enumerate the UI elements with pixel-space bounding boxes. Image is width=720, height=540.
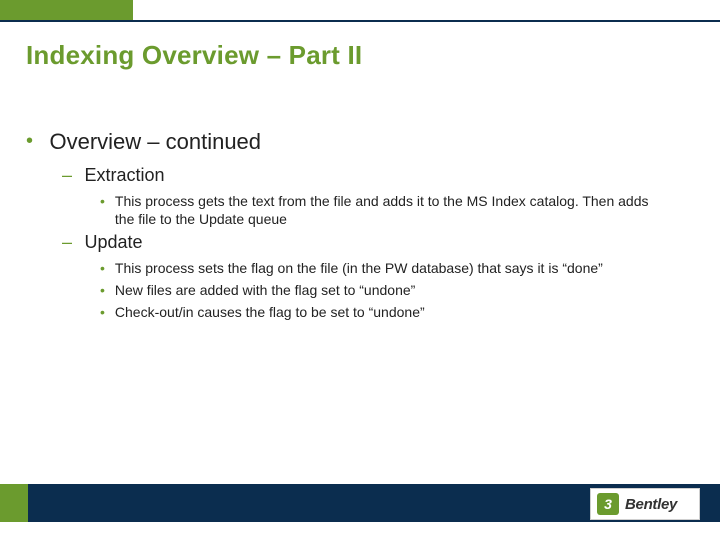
update-item-2-text: Check-out/in causes the flag to be set t… (115, 303, 425, 321)
bullet-level3-extraction: • This process gets the text from the fi… (62, 192, 686, 228)
bullet-dot-icon: • (100, 192, 105, 210)
bullet-overview: Overview – continued – Extraction • This… (26, 129, 686, 321)
update-item-0-text: This process sets the flag on the file (… (115, 259, 603, 277)
sub-extraction-heading: Extraction (84, 165, 164, 185)
slide-content: Indexing Overview – Part II Overview – c… (26, 40, 686, 470)
update-item-1: • New files are added with the flag set … (100, 281, 686, 299)
bullet-dot-icon: • (100, 259, 105, 277)
brand-logo: 3 Bentley (590, 488, 700, 520)
bullet-overview-text: Overview – continued (49, 129, 261, 154)
bullet-level3-update: • This process sets the flag on the file… (62, 259, 686, 321)
brand-mark-icon: 3 (597, 493, 619, 515)
bullet-level2: – Extraction • This process gets the tex… (26, 165, 686, 321)
top-divider (0, 20, 720, 22)
extraction-item-0-text: This process gets the text from the file… (115, 192, 655, 228)
accent-tab (0, 0, 133, 20)
bullet-dot-icon: • (100, 281, 105, 299)
update-item-1-text: New files are added with the flag set to… (115, 281, 415, 299)
slide-title: Indexing Overview – Part II (26, 40, 686, 71)
dash-icon: – (62, 165, 72, 185)
update-item-0: • This process sets the flag on the file… (100, 259, 686, 277)
bullet-dot-icon: • (100, 303, 105, 321)
dash-icon: – (62, 232, 72, 252)
update-item-2: • Check-out/in causes the flag to be set… (100, 303, 686, 321)
sub-extraction: – Extraction • This process gets the tex… (62, 165, 686, 228)
sub-update-heading: Update (84, 232, 142, 252)
brand-name: Bentley (625, 496, 677, 513)
sub-update: – Update • This process sets the flag on… (62, 232, 686, 321)
bullet-level1: Overview – continued – Extraction • This… (26, 129, 686, 321)
footer-accent-stub (0, 484, 28, 522)
extraction-item-0: • This process gets the text from the fi… (100, 192, 686, 228)
